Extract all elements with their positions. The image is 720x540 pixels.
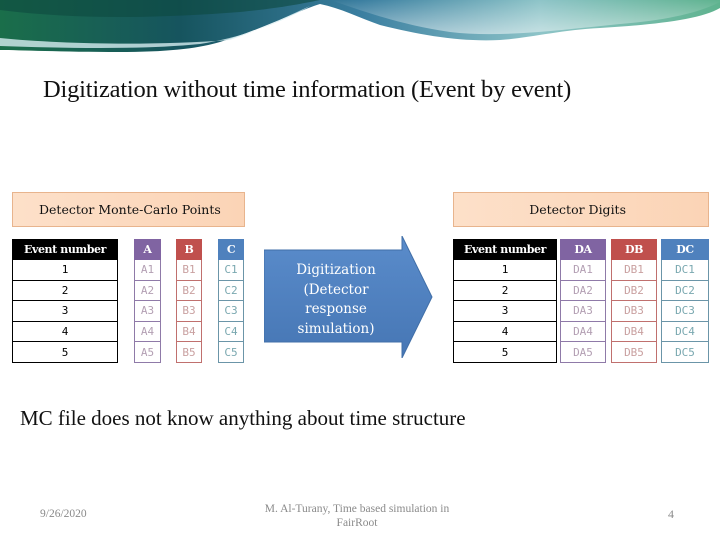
mc-column-b: B B1 B2 B3 B4 B5 bbox=[176, 239, 202, 363]
mc-c-cell: C4 bbox=[218, 321, 244, 343]
mc-column-c: C C1 C2 C3 C4 C5 bbox=[218, 239, 244, 363]
mc-b-cell: B2 bbox=[176, 280, 202, 302]
header-banner-graphic bbox=[0, 0, 720, 52]
mc-c-cell: C2 bbox=[218, 280, 244, 302]
footer-author-line: M. Al-Turany, Time based simulation in bbox=[264, 503, 450, 515]
mc-b-cell: B3 bbox=[176, 301, 202, 322]
arrow-line: Digitization bbox=[296, 262, 376, 278]
slide-title: Digitization without time information (E… bbox=[43, 76, 572, 103]
mc-c-cell: C3 bbox=[218, 301, 244, 322]
digi-dc-cell: DC2 bbox=[661, 280, 709, 302]
digi-header-event-number: Event number bbox=[453, 239, 557, 260]
mc-c-cell: C5 bbox=[218, 342, 244, 363]
mc-column-a: A A1 A2 A3 A4 A5 bbox=[134, 239, 161, 363]
mc-event-cell: 4 bbox=[12, 321, 118, 343]
mc-event-cell: 5 bbox=[12, 342, 118, 363]
mc-b-cell: B1 bbox=[176, 260, 202, 281]
mc-event-number-column: Event number 1 2 3 4 5 bbox=[12, 239, 118, 363]
digi-header-db: DB bbox=[611, 239, 657, 260]
digi-db-cell: DB4 bbox=[611, 321, 657, 343]
digi-db-cell: DB5 bbox=[611, 342, 657, 363]
digi-db-cell: DB3 bbox=[611, 301, 657, 322]
mc-b-cell: B5 bbox=[176, 342, 202, 363]
digi-db-cell: DB2 bbox=[611, 280, 657, 302]
mc-a-cell: A3 bbox=[134, 301, 161, 322]
digi-event-cell: 4 bbox=[453, 321, 557, 343]
digi-da-cell: DA3 bbox=[560, 301, 606, 322]
digi-header-dc: DC bbox=[661, 239, 709, 260]
digi-event-cell: 1 bbox=[453, 260, 557, 281]
monte-carlo-points-label: Detector Monte-Carlo Points bbox=[12, 192, 245, 227]
mc-c-cell: C1 bbox=[218, 260, 244, 281]
digi-da-cell: DA5 bbox=[560, 342, 606, 363]
mc-a-cell: A4 bbox=[134, 321, 161, 343]
digi-column-da: DA DA1 DA2 DA3 DA4 DA5 bbox=[560, 239, 606, 363]
digi-da-cell: DA2 bbox=[560, 280, 606, 302]
footer-author: M. Al-Turany, Time based simulation in F… bbox=[232, 502, 482, 530]
mc-a-cell: A1 bbox=[134, 260, 161, 281]
arrow-line: simulation) bbox=[297, 320, 375, 337]
digi-column-db: DB DB1 DB2 DB3 DB4 DB5 bbox=[611, 239, 657, 363]
digi-da-cell: DA1 bbox=[560, 260, 606, 281]
detector-digits-label: Detector Digits bbox=[453, 192, 709, 227]
mc-b-cell: B4 bbox=[176, 321, 202, 343]
mc-time-note: MC file does not know anything about tim… bbox=[20, 406, 466, 430]
mc-event-cell: 1 bbox=[12, 260, 118, 281]
footer-date: 9/26/2020 bbox=[40, 508, 87, 520]
digi-event-cell: 2 bbox=[453, 280, 557, 302]
digi-dc-cell: DC3 bbox=[661, 301, 709, 322]
mc-header-a: A bbox=[134, 239, 161, 260]
digi-event-cell: 3 bbox=[453, 301, 557, 322]
mc-a-cell: A2 bbox=[134, 280, 161, 302]
arrow-line: response bbox=[305, 301, 367, 317]
mc-event-cell: 2 bbox=[12, 280, 118, 302]
mc-header-event-number: Event number bbox=[12, 239, 118, 260]
footer-author-line: FairRoot bbox=[336, 517, 378, 529]
mc-a-cell: A5 bbox=[134, 342, 161, 363]
digi-event-cell: 5 bbox=[453, 342, 557, 363]
digitization-label: Digitization (Detector response simulati… bbox=[276, 261, 396, 339]
digi-dc-cell: DC4 bbox=[661, 321, 709, 343]
page-number: 4 bbox=[668, 507, 674, 521]
mc-event-cell: 3 bbox=[12, 301, 118, 322]
mc-header-b: B bbox=[176, 239, 202, 260]
digi-da-cell: DA4 bbox=[560, 321, 606, 343]
digi-db-cell: DB1 bbox=[611, 260, 657, 281]
mc-header-c: C bbox=[218, 239, 244, 260]
digi-column-dc: DC DC1 DC2 DC3 DC4 DC5 bbox=[661, 239, 709, 363]
digi-header-da: DA bbox=[560, 239, 606, 260]
arrow-line: (Detector bbox=[303, 281, 369, 298]
digi-dc-cell: DC5 bbox=[661, 342, 709, 363]
digi-event-number-column: Event number 1 2 3 4 5 bbox=[453, 239, 557, 363]
digi-dc-cell: DC1 bbox=[661, 260, 709, 281]
